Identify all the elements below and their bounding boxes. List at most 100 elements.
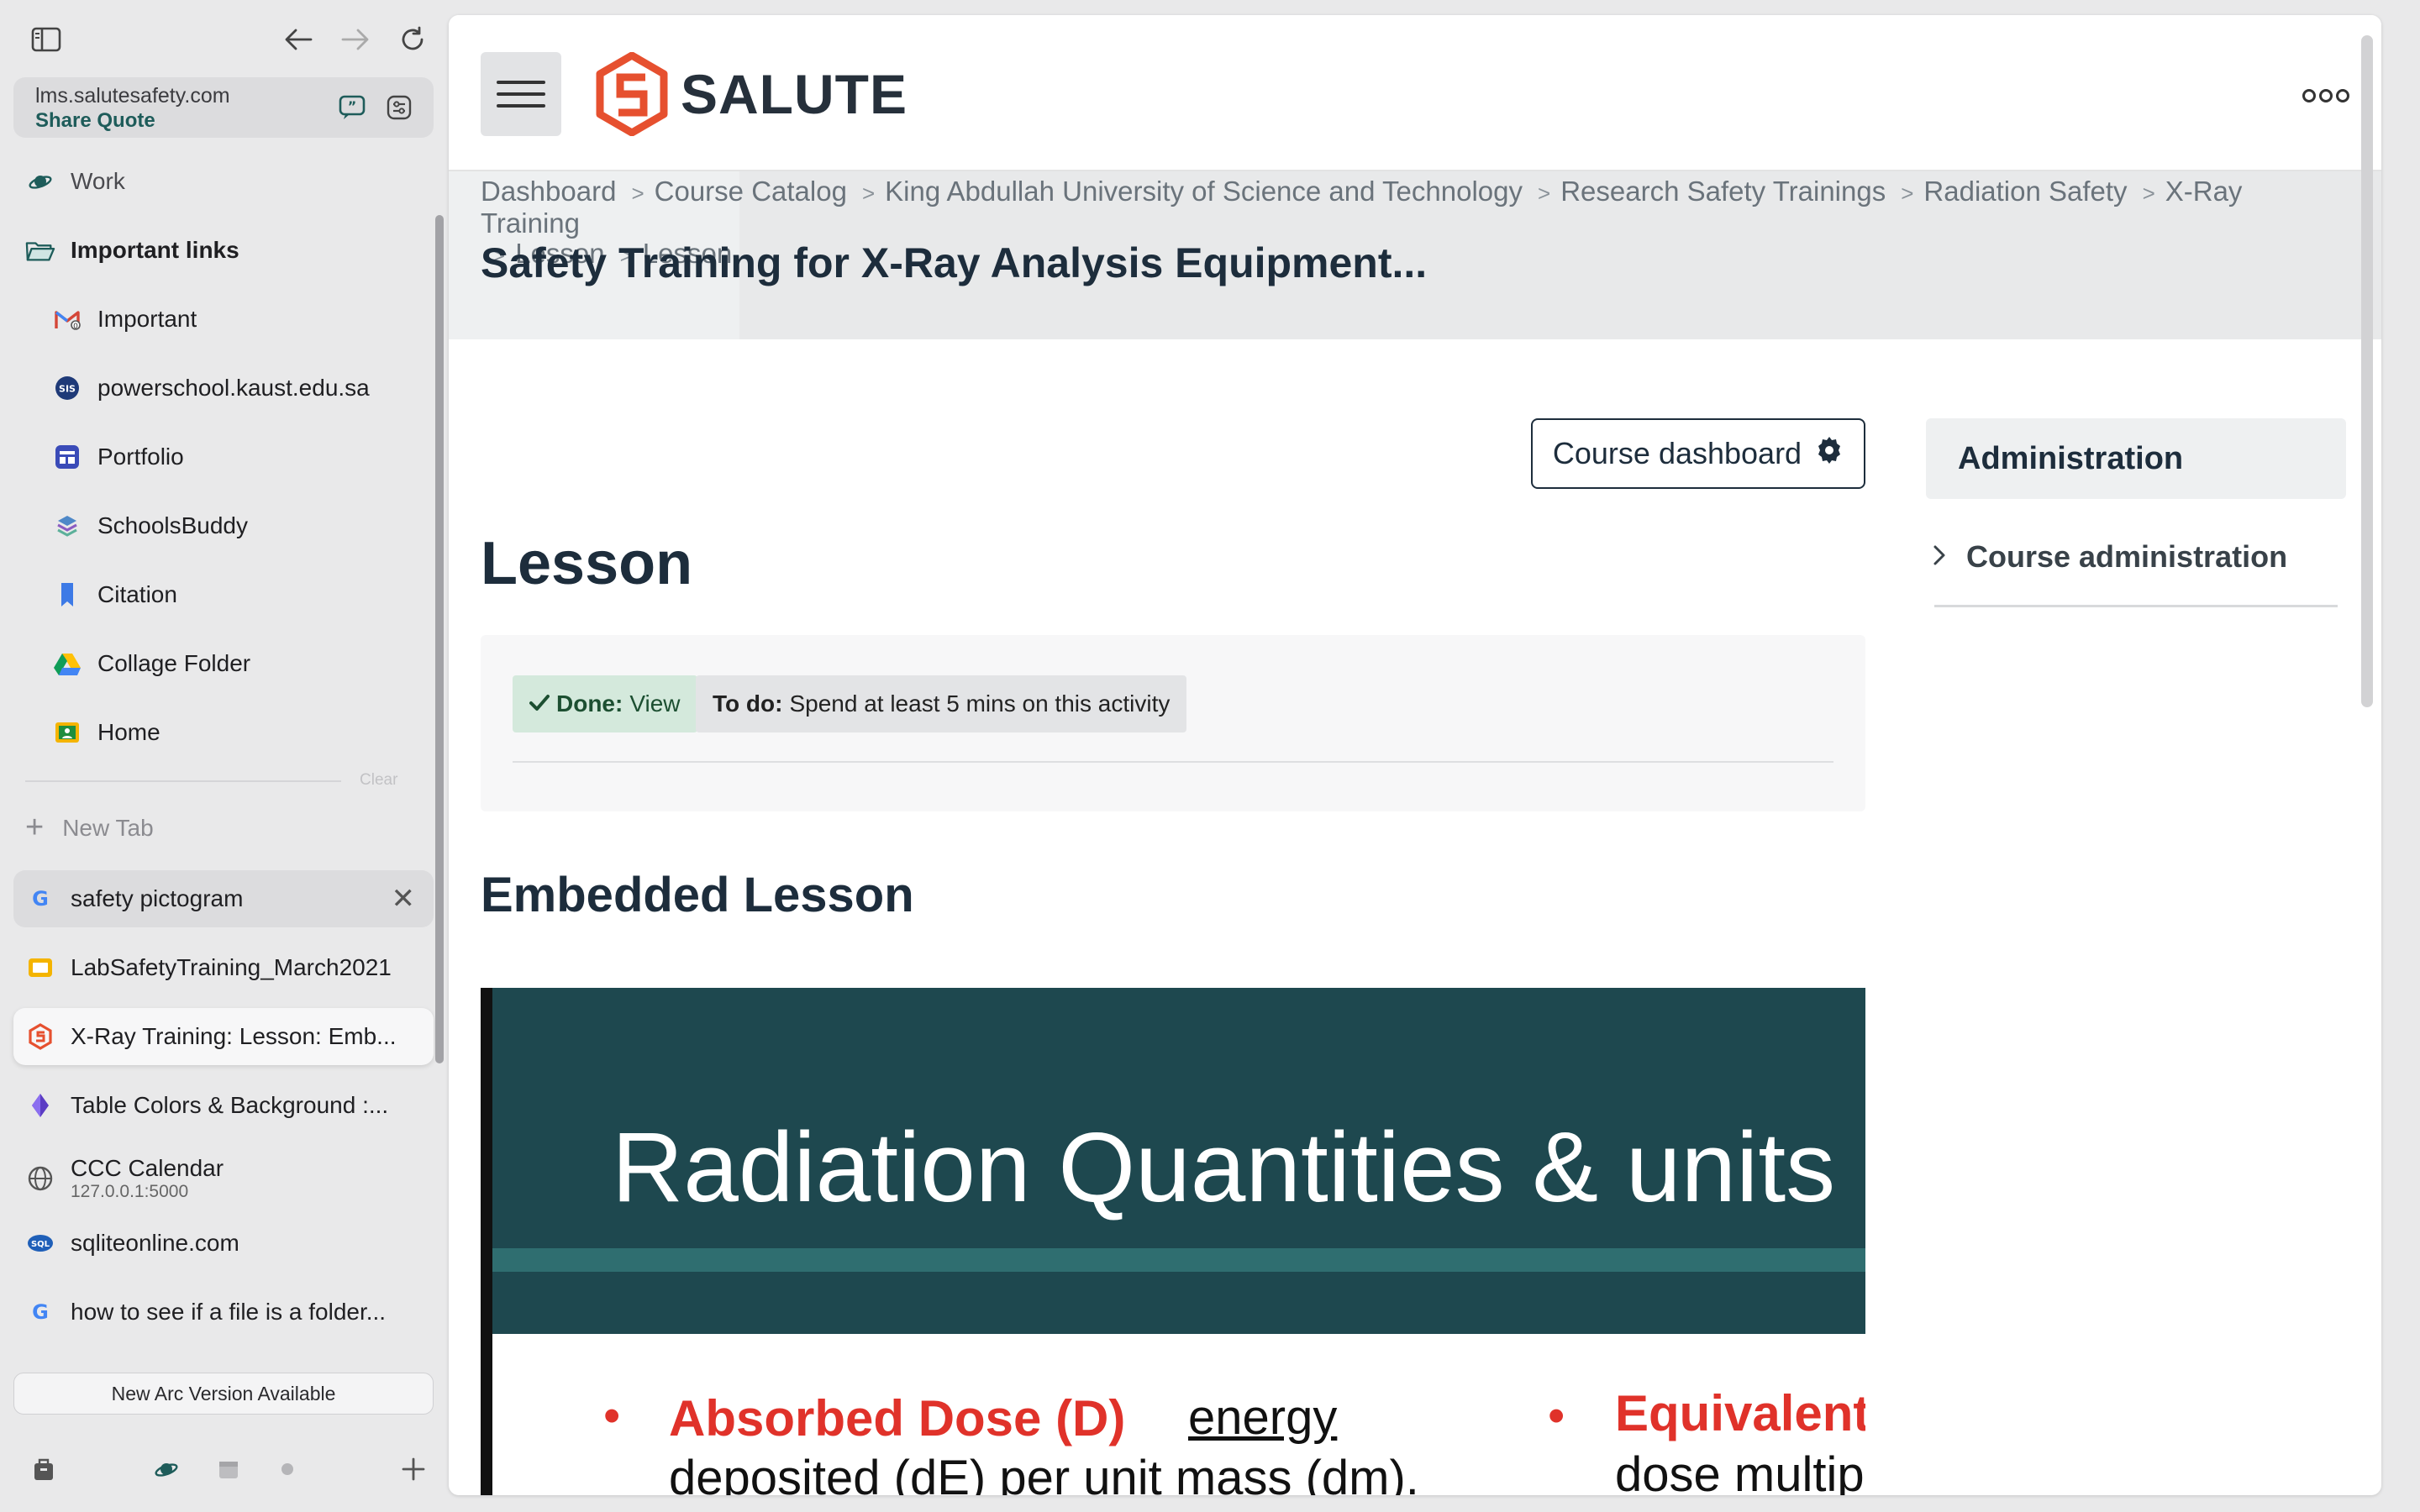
site-settings-icon[interactable] <box>383 92 415 123</box>
sidebar-scrollbar[interactable] <box>435 215 444 1063</box>
embedded-slide[interactable]: Radiation Quantities & units • Absorbed … <box>481 988 1865 1495</box>
course-administration-item[interactable]: Course administration <box>1933 539 2287 575</box>
more-dot <box>2319 89 2333 102</box>
check-icon <box>529 690 550 717</box>
tab-sublabel: 127.0.0.1:5000 <box>71 1181 189 1201</box>
page-title: Safety Training for X-Ray Analysis Equip… <box>481 239 1428 286</box>
breadcrumb-research-safety[interactable]: Research Safety Trainings <box>1560 176 1886 207</box>
add-space-icon[interactable] <box>395 1448 432 1490</box>
sidebar-toggle-icon[interactable] <box>25 18 67 60</box>
svg-text:”: ” <box>348 98 357 114</box>
google-icon: G <box>25 1297 55 1327</box>
course-administration-label: Course administration <box>1966 539 2288 574</box>
more-dot <box>2336 89 2349 102</box>
sidebar-item-powerschool[interactable]: SIS powerschool.kaust.edu.sa <box>13 360 434 417</box>
quote-icon[interactable]: ” <box>336 92 368 123</box>
chevron-right-icon: > <box>1538 181 1551 206</box>
sidebar-bottom-bar <box>25 1448 434 1490</box>
update-available-button[interactable]: New Arc Version Available <box>13 1373 434 1415</box>
slide-bullet-1-text: deposited (dE) per unit mass (dm). <box>669 1451 1419 1495</box>
sidebar-toolbar <box>25 18 430 60</box>
sidebar-item-label: powerschool.kaust.edu.sa <box>97 375 370 401</box>
slide-left-border <box>481 988 492 1495</box>
reload-icon[interactable] <box>392 18 434 60</box>
url-host: lms.salutesafety.com <box>35 84 230 108</box>
tab-sqliteonline[interactable]: SQL sqliteonline.com <box>13 1215 434 1272</box>
forward-arrow-icon[interactable] <box>334 18 376 60</box>
slide-bullet-2-text: dose multip <box>1615 1447 1865 1495</box>
administration-heading: Administration <box>1926 418 2346 499</box>
sidebar-item-citation[interactable]: Citation <box>13 566 434 623</box>
space-dot-icon[interactable] <box>269 1448 306 1490</box>
sis-icon: SIS <box>52 373 82 403</box>
breadcrumb-radiation-safety[interactable]: Radiation Safety <box>1923 176 2127 207</box>
tab-table-colors[interactable]: Table Colors & Background :... <box>13 1077 434 1134</box>
tab-file-folder-search[interactable]: G how to see if a file is a folder... <box>13 1284 434 1341</box>
sidebar-folder-label: Important links <box>71 237 239 263</box>
sidebar-folder-important-links[interactable]: Important links <box>13 222 434 279</box>
sql-icon: SQL <box>25 1228 55 1258</box>
salute-logo-mark <box>596 52 668 136</box>
url-bar[interactable]: lms.salutesafety.com Share Quote ” <box>13 77 434 138</box>
slide-bullet-1-title: Absorbed Dose (D) <box>669 1390 1126 1446</box>
site-navbar: SALUTE <box>449 15 2381 171</box>
gmail-icon: 0 <box>52 304 82 334</box>
breadcrumb-course-catalog[interactable]: Course Catalog <box>655 176 847 207</box>
done-badge[interactable]: Done: View <box>513 675 697 732</box>
todo-label: To do: <box>713 690 783 717</box>
more-options-icon[interactable] <box>2302 89 2349 102</box>
sidebar-item-home[interactable]: Home <box>13 704 434 761</box>
sidebar-item-important[interactable]: 0 Important <box>13 291 434 348</box>
calendar-app-icon <box>52 442 82 472</box>
new-tab-button[interactable]: + New Tab <box>25 810 154 846</box>
breadcrumb-kaust[interactable]: King Abdullah University of Science and … <box>885 176 1523 207</box>
planet-icon <box>25 166 55 197</box>
clear-tabs-button[interactable]: Clear <box>360 771 397 790</box>
archive-icon[interactable] <box>25 1448 62 1490</box>
hamburger-line <box>497 81 545 84</box>
slide-stripe <box>492 1248 1865 1272</box>
tailwind-icon <box>25 1090 55 1121</box>
salute-icon <box>25 1021 55 1052</box>
menu-toggle-button[interactable] <box>481 52 561 136</box>
calendar-space-icon[interactable] <box>210 1448 247 1490</box>
space-planet-icon[interactable] <box>148 1448 185 1490</box>
slide-bullet-2-title: Equivalent <box>1615 1385 1865 1441</box>
course-dashboard-label: Course dashboard <box>1552 436 1802 470</box>
administration-block: Administration Course administration <box>1926 418 2346 607</box>
sidebar-item-work[interactable]: Work <box>13 153 434 210</box>
globe-icon <box>25 1163 55 1194</box>
close-tab-icon[interactable]: ✕ <box>392 882 416 916</box>
svg-text:0: 0 <box>73 323 78 330</box>
back-arrow-icon[interactable] <box>277 18 319 60</box>
slide-title: Radiation Quantities & units <box>612 1112 1836 1223</box>
bookmark-icon <box>52 580 82 610</box>
sidebar-item-label: Important <box>97 306 197 332</box>
salute-logo[interactable]: SALUTE <box>595 52 908 136</box>
done-value: View <box>629 690 681 717</box>
sidebar-item-collage-folder[interactable]: Collage Folder <box>13 635 434 692</box>
tab-xray-training[interactable]: X-Ray Training: Lesson: Emb... <box>13 1008 434 1065</box>
sidebar-item-portfolio[interactable]: Portfolio <box>13 428 434 486</box>
google-drive-icon <box>52 648 82 679</box>
course-dashboard-button[interactable]: Course dashboard <box>1531 418 1865 489</box>
hamburger-line <box>497 104 545 108</box>
tab-labsafetytraining[interactable]: LabSafetyTraining_March2021 <box>13 939 434 996</box>
more-dot <box>2302 89 2316 102</box>
svg-text:SQL: SQL <box>31 1240 50 1249</box>
breadcrumb-dashboard[interactable]: Dashboard <box>481 176 616 207</box>
tab-safety-pictogram[interactable]: G safety pictogram ✕ <box>13 870 434 927</box>
sidebar-item-schoolsbuddy[interactable]: SchoolsBuddy <box>13 497 434 554</box>
svg-text:G: G <box>32 1300 49 1324</box>
tab-ccc-calendar[interactable]: CCC Calendar 127.0.0.1:5000 <box>13 1146 434 1211</box>
sidebar-item-label: Collage Folder <box>97 650 251 676</box>
logo-text: SALUTE <box>681 63 908 125</box>
tab-label: Table Colors & Background :... <box>71 1092 389 1118</box>
page-scrollbar[interactable] <box>2361 35 2373 707</box>
chevron-right-icon: > <box>2142 181 2155 206</box>
new-tab-label: New Tab <box>62 814 154 841</box>
svg-text:G: G <box>32 887 49 911</box>
lesson-heading: Lesson <box>481 530 693 597</box>
tab-two-line-label: CCC Calendar 127.0.0.1:5000 <box>71 1155 224 1201</box>
plus-icon: + <box>25 810 45 845</box>
